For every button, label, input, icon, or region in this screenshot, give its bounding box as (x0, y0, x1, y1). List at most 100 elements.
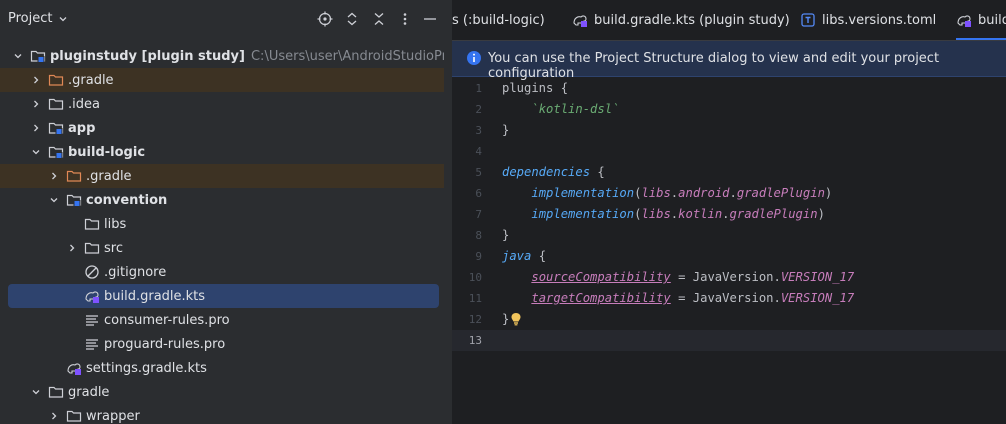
line-number: 7 (475, 208, 482, 221)
module-folder-icon (30, 48, 46, 64)
code-text: } (502, 312, 522, 326)
gradle-kts-icon (573, 15, 587, 27)
line-number: 5 (475, 166, 482, 179)
info-icon (467, 51, 481, 65)
tree-item[interactable]: src (0, 236, 444, 260)
tree-item-label: .gitignore (104, 264, 167, 280)
more-icon[interactable] (397, 11, 413, 27)
tree-item[interactable]: proguard-rules.pro (0, 332, 444, 356)
tab-label: libs.versions.toml (822, 12, 937, 28)
lightbulb-icon[interactable] (510, 312, 522, 326)
chevron-right-icon[interactable] (46, 168, 62, 184)
module-folder-icon (48, 144, 64, 160)
tree-item-label: .gradle (68, 72, 114, 88)
tree-item-label: build.gradle.kts (104, 288, 206, 304)
tab-build-gradle-active[interactable]: build (956, 0, 1006, 40)
tree-item-label: proguard-rules.pro (104, 336, 226, 352)
tree-item[interactable]: build.gradle.kts (8, 284, 439, 308)
gradle-kts-icon (66, 360, 82, 376)
code-line: 4 (452, 141, 1006, 162)
tab-build-gradle-plugin-study[interactable]: build.gradle.kts (plugin study) (572, 0, 790, 40)
tree-item[interactable]: .idea (0, 92, 444, 116)
line-number: 1 (475, 82, 482, 95)
code-text: java { (502, 249, 547, 263)
line-number: 12 (468, 313, 482, 326)
chevron-right-icon[interactable] (28, 120, 44, 136)
minimize-icon[interactable] (422, 11, 438, 27)
tree-item-label: .idea (68, 96, 100, 112)
tree-item[interactable]: wrapper (0, 404, 444, 424)
excluded-folder-icon (48, 72, 64, 88)
chevron-down-icon[interactable] (28, 384, 44, 400)
folder-icon (66, 408, 82, 424)
tree-item[interactable]: .gradle (0, 68, 444, 92)
code-text: sourceCompatibility = JavaVersion.VERSIO… (531, 270, 855, 284)
tree-item-label: src (104, 240, 123, 256)
project-view-selector[interactable]: Project (8, 11, 68, 26)
code-text: targetCompatibility = JavaVersion.VERSIO… (531, 291, 855, 305)
tab-build-logic[interactable]: s (:build-logic) (452, 0, 545, 40)
scrollbar[interactable] (444, 0, 452, 424)
chevron-right-icon[interactable] (46, 408, 62, 424)
code-text: `kotlin-dsl` (531, 102, 620, 116)
tree-item[interactable]: libs (0, 212, 444, 236)
tree-item-label: gradle (68, 384, 110, 400)
tree-item[interactable]: gradle (0, 380, 444, 404)
notice-text[interactable]: You can use the Project Structure dialog… (488, 51, 1006, 81)
project-panel-header: Project (0, 0, 444, 38)
line-number: 3 (475, 124, 482, 137)
chevron-down-icon[interactable] (10, 48, 26, 64)
tree-item-label: wrapper (86, 408, 140, 424)
code-text: implementation(libs.kotlin.gradlePlugin) (531, 207, 825, 221)
chevron-right-icon[interactable] (28, 96, 44, 112)
chevron-down-icon[interactable] (28, 144, 44, 160)
gradle-kts-icon (84, 288, 100, 304)
folder-icon (84, 240, 100, 256)
editor-area: s (:build-logic) build.gradle.kts (plugi… (452, 0, 1006, 424)
chevron-right-icon[interactable] (28, 72, 44, 88)
folder-icon (48, 384, 64, 400)
code-text: } (502, 228, 510, 242)
code-text: } (502, 123, 510, 137)
collapse-all-icon[interactable] (371, 11, 387, 27)
tree-item[interactable]: convention (0, 188, 444, 212)
line-number: 11 (468, 292, 482, 305)
tree-item-label: settings.gradle.kts (86, 360, 207, 376)
code-text: implementation(libs.android.gradlePlugin… (531, 186, 833, 200)
module-folder-icon (48, 120, 64, 136)
tab-libs-versions-toml[interactable]: libs.versions.toml (800, 0, 936, 40)
tree-item[interactable]: consumer-rules.pro (0, 308, 444, 332)
chevron-down-icon (60, 16, 67, 21)
tree-item-label: build-logic (68, 144, 146, 160)
expand-collapse-icon[interactable] (344, 11, 360, 27)
folder-icon (84, 216, 100, 232)
code-text: plugins { (502, 81, 569, 95)
line-number: 9 (475, 250, 482, 263)
folder-icon (48, 96, 64, 112)
code-text: dependencies { (502, 165, 605, 179)
tab-label: build (978, 12, 1006, 28)
chevron-right-icon[interactable] (64, 240, 80, 256)
tree-item[interactable]: .gitignore (0, 260, 444, 284)
module-folder-icon (66, 192, 82, 208)
project-panel-title: Project (8, 11, 53, 26)
excluded-folder-icon (66, 168, 82, 184)
tree-item[interactable]: app (0, 116, 444, 140)
locate-icon[interactable] (317, 11, 333, 27)
code-line-current: 13 (452, 330, 1006, 351)
tab-label: s (:build-logic) (452, 12, 545, 28)
tree-item-path: C:\Users\user\AndroidStudioProjects\plug… (250, 48, 444, 64)
text-file-icon (84, 312, 100, 328)
tree-item[interactable]: pluginstudy [plugin study] C:\Users\user\… (0, 44, 444, 68)
tree-item[interactable]: build-logic (0, 140, 444, 164)
tree-item-label: pluginstudy [plugin study] (50, 48, 245, 64)
line-number: 8 (475, 229, 482, 242)
tree-item[interactable]: .gradle (0, 164, 444, 188)
tree-item[interactable]: settings.gradle.kts (0, 356, 444, 380)
chevron-down-icon[interactable] (46, 192, 62, 208)
code-line: 3 (452, 120, 1006, 141)
